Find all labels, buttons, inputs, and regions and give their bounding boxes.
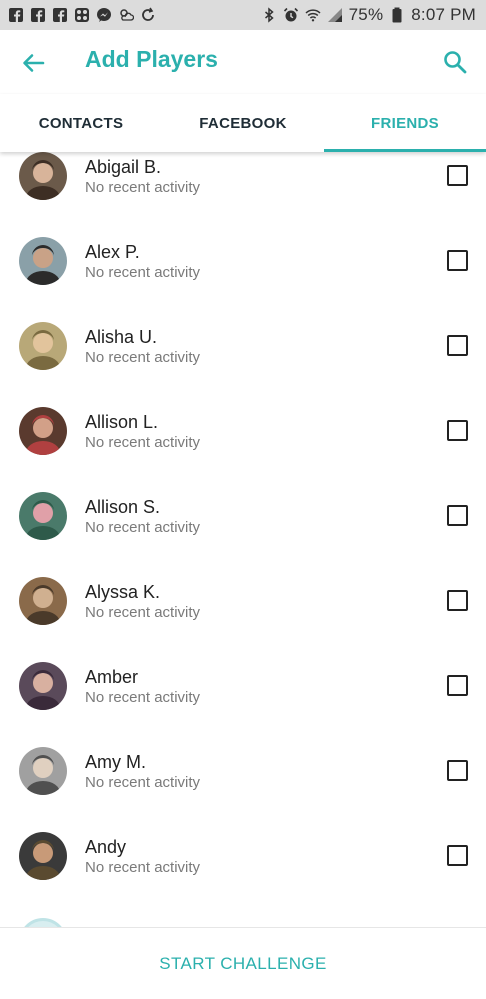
- friend-name: Alisha U.: [85, 327, 158, 347]
- battery-percent: 75%: [348, 5, 384, 24]
- select-checkbox[interactable]: [447, 675, 468, 696]
- select-checkbox[interactable]: [447, 505, 468, 526]
- select-checkbox[interactable]: [447, 250, 468, 271]
- avatar: [19, 237, 67, 285]
- friend-name: Amy M.: [85, 752, 146, 772]
- sync-icon: [140, 7, 156, 23]
- status-bar: 75% 8:07 PM: [0, 0, 486, 30]
- friend-name: Allison S.: [85, 497, 161, 517]
- start-challenge-button[interactable]: START CHALLENGE: [159, 954, 327, 974]
- signal-icon: [327, 7, 343, 23]
- select-checkbox[interactable]: [447, 335, 468, 356]
- tab-facebook[interactable]: FACEBOOK: [162, 94, 324, 152]
- avatar: [19, 407, 67, 455]
- tab-bar: CONTACTS FACEBOOK FRIENDS: [0, 94, 486, 152]
- friend-name: Andy: [85, 837, 127, 857]
- battery-icon: [389, 7, 405, 23]
- list-item[interactable]: Andy No recent activity: [0, 832, 486, 917]
- arrow-left-icon: [18, 54, 48, 82]
- facebook-icon: [52, 7, 68, 23]
- select-checkbox[interactable]: [447, 845, 468, 866]
- select-checkbox[interactable]: [447, 590, 468, 611]
- page-title: Add Players: [85, 46, 218, 72]
- avatar: [19, 747, 67, 795]
- select-checkbox[interactable]: [447, 760, 468, 781]
- friend-activity: No recent activity: [85, 519, 201, 536]
- friend-activity: No recent activity: [85, 349, 201, 366]
- select-checkbox[interactable]: [447, 420, 468, 441]
- friend-name: Amber: [85, 667, 139, 687]
- avatar: [19, 832, 67, 880]
- list-item[interactable]: Allison S. No recent activity: [0, 492, 486, 577]
- avatar: [19, 492, 67, 540]
- wifi-icon: [305, 7, 321, 23]
- tab-friends[interactable]: FRIENDS: [324, 94, 486, 152]
- list-item[interactable]: Alex P. No recent activity: [0, 237, 486, 322]
- app-bar: Add Players: [0, 30, 486, 94]
- tab-contacts[interactable]: CONTACTS: [0, 94, 162, 152]
- friend-activity: No recent activity: [85, 774, 201, 791]
- weather-icon: [118, 7, 134, 23]
- list-item[interactable]: Allison L. No recent activity: [0, 407, 486, 492]
- friend-name: Alyssa K.: [85, 582, 161, 602]
- friend-activity: No recent activity: [85, 264, 201, 281]
- avatar: [19, 662, 67, 710]
- search-button[interactable]: [440, 47, 470, 77]
- list-item[interactable]: Amy M. No recent activity: [0, 747, 486, 832]
- friend-name: Alex P.: [85, 242, 140, 262]
- notification-icons: [8, 7, 156, 23]
- friend-name: Allison L.: [85, 412, 159, 432]
- search-icon: [440, 51, 470, 81]
- facebook-icon: [30, 7, 46, 23]
- avatar: [19, 152, 67, 200]
- back-button[interactable]: [18, 48, 48, 78]
- clock: 8:07 PM: [411, 5, 476, 24]
- list-item[interactable]: Alisha U. No recent activity: [0, 322, 486, 407]
- bottom-bar: START CHALLENGE: [0, 927, 486, 999]
- alarm-icon: [283, 7, 299, 23]
- friend-activity: No recent activity: [85, 434, 201, 451]
- avatar-partial: [19, 918, 67, 927]
- facebook-icon: [8, 7, 24, 23]
- select-checkbox[interactable]: [447, 165, 468, 186]
- friend-activity: No recent activity: [85, 689, 201, 706]
- friend-name: Abigail B.: [85, 157, 162, 177]
- bluetooth-icon: [261, 7, 277, 23]
- system-status: 75% 8:07 PM: [261, 5, 476, 25]
- friend-activity: No recent activity: [85, 179, 201, 196]
- friend-activity: No recent activity: [85, 859, 201, 876]
- avatar: [19, 322, 67, 370]
- list-item[interactable]: Alyssa K. No recent activity: [0, 577, 486, 662]
- messenger-icon: [96, 7, 112, 23]
- list-item[interactable]: Amber No recent activity: [0, 662, 486, 747]
- app-icon: [74, 7, 90, 23]
- friend-activity: No recent activity: [85, 604, 201, 621]
- list-item[interactable]: Abigail B. No recent activity: [0, 152, 486, 237]
- avatar: [19, 577, 67, 625]
- friends-list[interactable]: Abigail B. No recent activity Alex P. No re…: [0, 152, 486, 927]
